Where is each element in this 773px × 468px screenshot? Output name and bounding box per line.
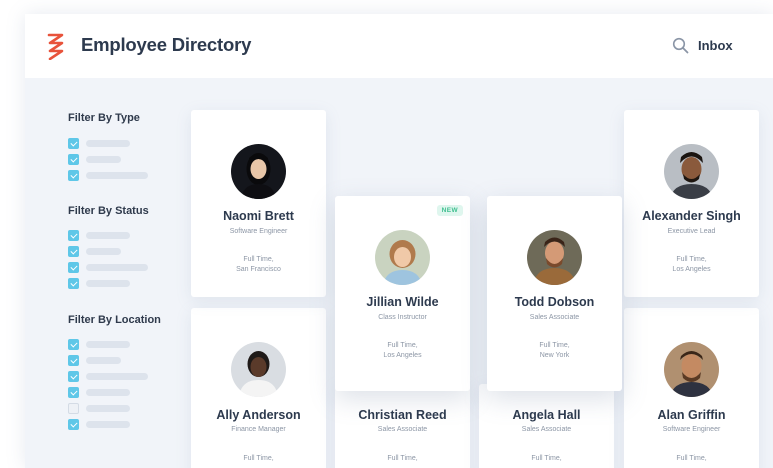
checkbox[interactable] (68, 355, 79, 366)
avatar (231, 342, 286, 397)
checkbox[interactable] (68, 230, 79, 241)
avatar (527, 230, 582, 285)
avatar (231, 144, 286, 199)
checkbox[interactable] (68, 371, 79, 382)
filter-location-title: Filter By Location (68, 314, 161, 326)
employee-location: Los Angeles (383, 352, 422, 359)
employee-name: Alan Griffin (657, 408, 726, 422)
employee-card[interactable]: Angela Hall Sales Associate Full Time, (479, 384, 614, 468)
employee-location: Los Angeles (672, 266, 711, 273)
employee-name: Jillian Wilde (366, 295, 439, 309)
option-label-placeholder (86, 280, 130, 287)
employee-card[interactable]: NEW Jillian Wilde Class Instructor Full … (335, 196, 470, 391)
checkbox[interactable] (68, 170, 79, 181)
inbox-link[interactable]: Inbox (698, 38, 733, 53)
avatar (664, 342, 719, 397)
employee-details: Full Time, (479, 454, 614, 464)
employee-name: Alexander Singh (642, 209, 741, 223)
employee-role: Class Instructor (378, 314, 427, 321)
option-label-placeholder (86, 232, 130, 239)
checkbox[interactable] (68, 387, 79, 398)
checkbox[interactable] (68, 262, 79, 273)
employee-details: Full Time, Los Angeles (624, 255, 759, 275)
employee-name: Christian Reed (358, 408, 447, 422)
employee-name: Ally Anderson (216, 408, 301, 422)
employment-type: Full Time, (243, 256, 274, 263)
employee-card[interactable]: Ally Anderson Finance Manager Full Time, (191, 308, 326, 468)
option-label-placeholder (86, 373, 148, 380)
employee-details: Full Time, (335, 454, 470, 464)
option-label-placeholder (86, 140, 130, 147)
search-icon[interactable] (672, 37, 689, 54)
checkbox[interactable] (68, 278, 79, 289)
checkbox[interactable] (68, 246, 79, 257)
employee-role: Software Engineer (229, 228, 288, 235)
employee-details: Full Time, New York (487, 341, 622, 361)
option-label-placeholder (86, 357, 121, 364)
employment-type: Full Time, (531, 455, 562, 462)
filter-status-title: Filter By Status (68, 205, 149, 217)
zigzag-logo-icon (47, 33, 64, 60)
option-label-placeholder (86, 405, 130, 412)
employee-role: Finance Manager (231, 426, 286, 433)
option-label-placeholder (86, 156, 121, 163)
checkbox[interactable] (68, 154, 79, 165)
checkbox[interactable] (68, 339, 79, 350)
employee-role: Executive Lead (667, 228, 716, 235)
employee-card[interactable]: Alan Griffin Software Engineer Full Time… (624, 308, 759, 468)
page-title: Employee Directory (81, 34, 252, 55)
checkbox[interactable] (68, 419, 79, 430)
option-label-placeholder (86, 389, 130, 396)
employee-role: Software Engineer (662, 426, 721, 433)
employment-type: Full Time, (539, 342, 570, 349)
employee-role: Sales Associate (377, 426, 428, 433)
employee-details: Full Time, Los Angeles (335, 341, 470, 361)
checkbox[interactable] (68, 138, 79, 149)
app-window: Employee Directory Inbox Filter By Type … (25, 14, 773, 468)
employee-card[interactable]: Naomi Brett Software Engineer Full Time,… (191, 110, 326, 297)
checkbox[interactable] (68, 403, 79, 414)
employee-details: Full Time, (191, 454, 326, 464)
employee-details: Full Time, San Francisco (191, 255, 326, 275)
avatar (375, 230, 430, 285)
employee-role: Sales Associate (521, 426, 572, 433)
employee-location: San Francisco (236, 266, 281, 273)
employee-name: Naomi Brett (223, 209, 294, 223)
option-label-placeholder (86, 421, 130, 428)
option-label-placeholder (86, 264, 148, 271)
employment-type: Full Time, (243, 455, 274, 462)
employee-name: Angela Hall (512, 408, 581, 422)
top-header: Employee Directory Inbox (25, 14, 773, 78)
employee-card[interactable]: Todd Dobson Sales Associate Full Time, N… (487, 196, 622, 391)
employee-location: New York (539, 352, 570, 359)
option-label-placeholder (86, 341, 130, 348)
filter-type-title: Filter By Type (68, 112, 140, 124)
employee-role: Sales Associate (529, 314, 580, 321)
employee-card[interactable]: Alexander Singh Executive Lead Full Time… (624, 110, 759, 297)
employment-type: Full Time, (387, 342, 418, 349)
option-label-placeholder (86, 172, 148, 179)
employee-details: Full Time, (624, 454, 759, 464)
employment-type: Full Time, (676, 256, 707, 263)
new-badge: NEW (436, 205, 463, 216)
option-label-placeholder (86, 248, 121, 255)
employee-name: Todd Dobson (514, 295, 595, 309)
employment-type: Full Time, (676, 455, 707, 462)
avatar (664, 144, 719, 199)
employee-card[interactable]: Christian Reed Sales Associate Full Time… (335, 384, 470, 468)
employment-type: Full Time, (387, 455, 418, 462)
